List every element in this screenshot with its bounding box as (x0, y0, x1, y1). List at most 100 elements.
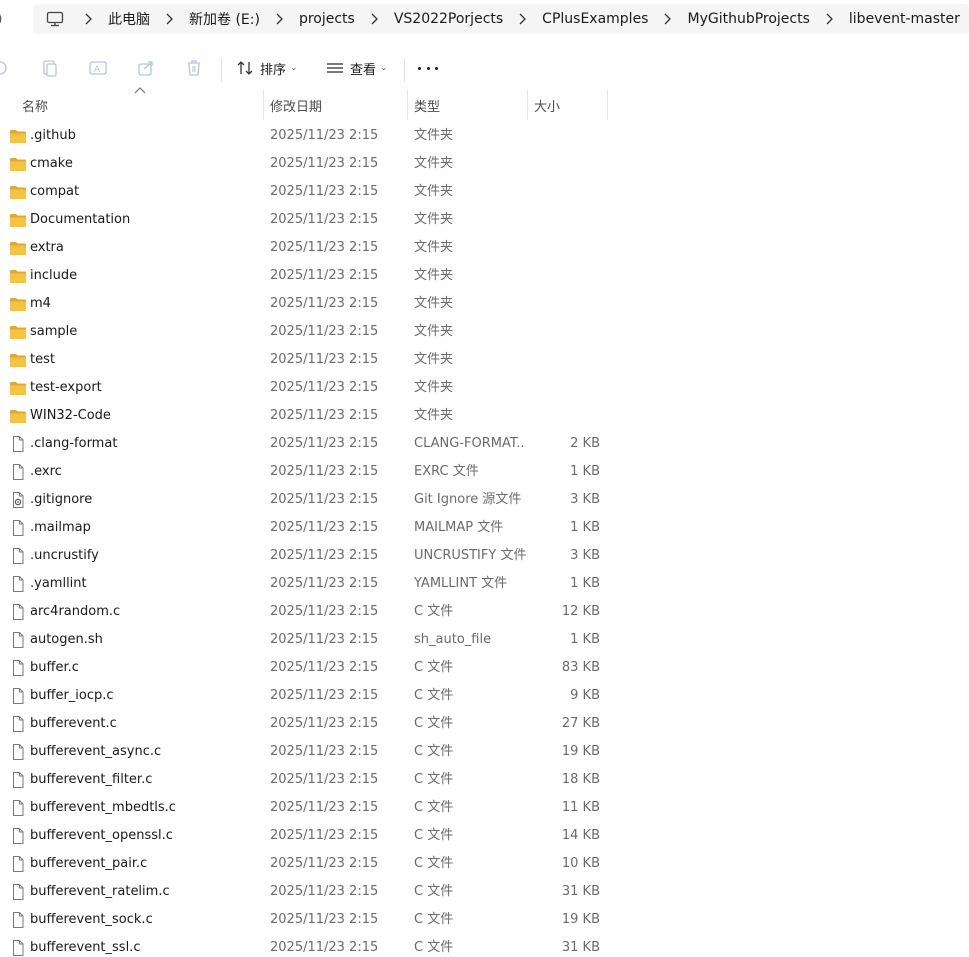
breadcrumb-item-this-pc[interactable]: 此电脑 (108, 9, 150, 29)
file-row[interactable]: .uncrustify 2025/11/23 2:15 UNCRUSTIFY 文件 3… (0, 542, 969, 570)
column-header-date[interactable]: 修改日期 (264, 90, 408, 120)
file-row[interactable]: extra 2025/11/23 2:15 文件夹 (0, 234, 969, 262)
svg-text:A: A (94, 65, 101, 75)
file-row[interactable]: bufferevent_ratelim.c 2025/11/23 2:15 C 文件… (0, 878, 969, 906)
breadcrumb-item-cplusexamples[interactable]: CPlusExamples (542, 11, 648, 27)
folder-icon (9, 212, 27, 228)
file-row[interactable]: bufferevent_sock.c 2025/11/23 2:15 C 文件 19 … (0, 906, 969, 934)
file-size: 9 KB (570, 688, 600, 703)
file-row[interactable]: arc4random.c 2025/11/23 2:15 C 文件 12 KB (0, 598, 969, 626)
file-row[interactable]: sample 2025/11/23 2:15 文件夹 (0, 318, 969, 346)
file-row[interactable]: include 2025/11/23 2:15 文件夹 (0, 262, 969, 290)
file-row[interactable]: .clang-format 2025/11/23 2:15 CLANG-FORMAT… (0, 430, 969, 458)
file-name: .gitignore (30, 492, 93, 507)
column-header-size[interactable]: 大小 (528, 90, 608, 120)
column-header-name[interactable]: 名称 (0, 90, 264, 120)
file-icon (9, 716, 27, 732)
file-size: 19 KB (561, 912, 600, 927)
file-row[interactable]: test-export 2025/11/23 2:15 文件夹 (0, 374, 969, 402)
file-type: 文件夹 (414, 380, 454, 395)
chevron-right-icon[interactable] (367, 12, 381, 26)
breadcrumb-item-vs2022porjects[interactable]: VS2022Porjects (394, 11, 503, 27)
file-row[interactable]: autogen.sh 2025/11/23 2:15 sh_auto_file 1 K… (0, 626, 969, 654)
file-row[interactable]: buffer_iocp.c 2025/11/23 2:15 C 文件 9 KB (0, 682, 969, 710)
file-row[interactable]: bufferevent_mbedtls.c 2025/11/23 2:15 C 文件… (0, 794, 969, 822)
file-row[interactable]: .gitignore 2025/11/23 2:15 Git Ignore 源文件 3… (0, 486, 969, 514)
file-row[interactable]: .exrc 2025/11/23 2:15 EXRC 文件 1 KB (0, 458, 969, 486)
address-bar[interactable]: 此电脑 新加卷 (E:) projects VS2022Porjects CPl… (33, 4, 969, 34)
file-row[interactable]: m4 2025/11/23 2:15 文件夹 (0, 290, 969, 318)
chevron-right-icon[interactable] (162, 12, 176, 26)
file-row[interactable]: .mailmap 2025/11/23 2:15 MAILMAP 文件 1 KB (0, 514, 969, 542)
breadcrumb-item-projects[interactable]: projects (299, 11, 355, 27)
file-icon (9, 940, 27, 956)
file-date: 2025/11/23 2:15 (270, 408, 379, 423)
refresh-icon[interactable] (0, 9, 10, 29)
chevron-right-icon[interactable] (822, 12, 836, 26)
file-row[interactable]: bufferevent_ssl.c 2025/11/23 2:15 C 文件 31 K… (0, 934, 969, 957)
file-row[interactable]: cmake 2025/11/23 2:15 文件夹 (0, 150, 969, 178)
file-row[interactable]: bufferevent_openssl.c 2025/11/23 2:15 C 文件… (0, 822, 969, 850)
file-date: 2025/11/23 2:15 (270, 884, 379, 899)
file-row[interactable]: test 2025/11/23 2:15 文件夹 (0, 346, 969, 374)
chevron-down-icon: ⌄ (290, 63, 298, 73)
file-row[interactable]: WIN32-Code 2025/11/23 2:15 文件夹 (0, 402, 969, 430)
file-name: arc4random.c (30, 604, 121, 619)
chevron-right-icon[interactable] (81, 12, 95, 26)
file-row[interactable]: bufferevent_pair.c 2025/11/23 2:15 C 文件 10 … (0, 850, 969, 878)
computer-icon[interactable] (46, 11, 64, 27)
file-row[interactable]: Documentation 2025/11/23 2:15 文件夹 (0, 206, 969, 234)
new-item-icon[interactable] (0, 58, 10, 78)
git-file-icon (9, 492, 27, 508)
file-size (530, 206, 600, 234)
file-size: 83 KB (561, 660, 600, 675)
list-view-icon (327, 63, 343, 73)
file-type: YAMLLINT 文件 (414, 576, 508, 591)
more-options-icon[interactable] (418, 58, 438, 78)
file-row[interactable]: buffer.c 2025/11/23 2:15 C 文件 83 KB (0, 654, 969, 682)
file-name: bufferevent_ssl.c (30, 940, 141, 955)
chevron-right-icon[interactable] (660, 12, 674, 26)
column-header-type-label: 类型 (414, 99, 441, 115)
file-icon (9, 744, 27, 760)
breadcrumb-item-libevent-master[interactable]: libevent-master (849, 11, 960, 27)
column-header-type[interactable]: 类型 (408, 90, 528, 120)
file-name: include (30, 268, 78, 283)
file-date: 2025/11/23 2:15 (270, 856, 379, 871)
folder-icon (9, 268, 27, 284)
chevron-right-icon[interactable] (272, 12, 286, 26)
view-button-label: 查看 (350, 62, 377, 78)
file-size: 1 KB (570, 632, 600, 647)
file-row[interactable]: bufferevent_async.c 2025/11/23 2:15 C 文件 19… (0, 738, 969, 766)
file-size (530, 402, 600, 430)
view-button[interactable]: 查看 ⌄ (326, 56, 388, 80)
file-name: buffer_iocp.c (30, 688, 114, 703)
copy-icon[interactable] (40, 58, 60, 78)
file-name: buffer.c (30, 660, 79, 675)
file-size: 10 KB (561, 856, 600, 871)
file-size: 12 KB (561, 604, 600, 619)
breadcrumb-item-mygithubprojects[interactable]: MyGithubProjects (687, 11, 809, 27)
file-size (530, 262, 600, 290)
file-row[interactable]: bufferevent.c 2025/11/23 2:15 C 文件 27 KB (0, 710, 969, 738)
file-type: C 文件 (414, 800, 454, 815)
file-name: .uncrustify (30, 548, 99, 563)
file-type: C 文件 (414, 772, 454, 787)
file-date: 2025/11/23 2:15 (270, 688, 379, 703)
chevron-right-icon[interactable] (515, 12, 529, 26)
file-icon (9, 660, 27, 676)
rename-icon[interactable]: A (88, 58, 108, 78)
file-row[interactable]: bufferevent_filter.c 2025/11/23 2:15 C 文件 1… (0, 766, 969, 794)
file-row[interactable]: .github 2025/11/23 2:15 文件夹 (0, 122, 969, 150)
delete-icon[interactable] (184, 58, 204, 78)
command-bar: A 排序 ⌄ 查看 ⌄ (0, 46, 969, 90)
file-row[interactable]: .yamllint 2025/11/23 2:15 YAMLLINT 文件 1 KB (0, 570, 969, 598)
sort-button-label: 排序 (260, 62, 287, 78)
file-size: 2 KB (570, 436, 600, 451)
file-name: bufferevent_ratelim.c (30, 884, 170, 899)
file-name: bufferevent_mbedtls.c (30, 800, 176, 815)
breadcrumb-item-volume-e[interactable]: 新加卷 (E:) (189, 9, 260, 29)
sort-button[interactable]: 排序 ⌄ (236, 56, 298, 80)
share-icon[interactable] (136, 58, 156, 78)
file-row[interactable]: compat 2025/11/23 2:15 文件夹 (0, 178, 969, 206)
